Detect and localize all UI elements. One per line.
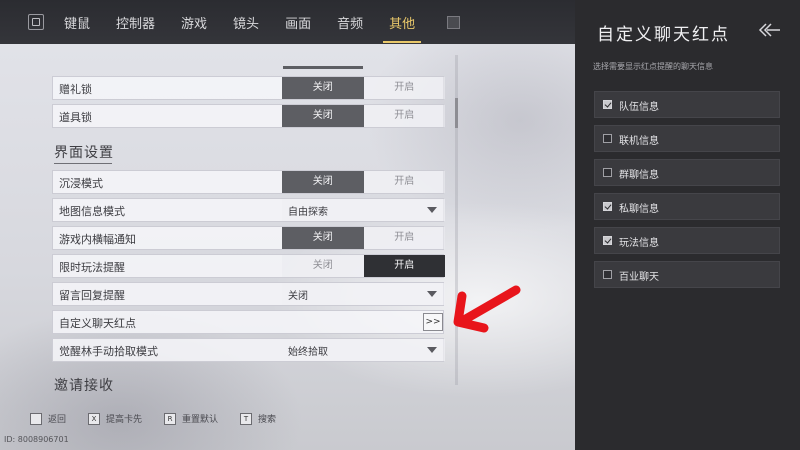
option-label: 群聊信息: [619, 170, 659, 181]
tab-audio[interactable]: 音频: [337, 11, 363, 34]
tab-controller[interactable]: 控制器: [116, 11, 155, 34]
setting-label: 赠礼锁: [59, 83, 92, 96]
setting-label: 地图信息模式: [59, 205, 125, 218]
setting-label: 道具锁: [59, 111, 92, 124]
option-label: 玩法信息: [619, 238, 659, 249]
toggle-off-option[interactable]: 关闭: [282, 105, 364, 127]
hint-reset[interactable]: R 重置默认: [164, 412, 218, 425]
setting-row-timed-play: 限时玩法提醒 关闭 开启: [52, 254, 445, 278]
section-title-interface: 界面设置: [54, 145, 114, 161]
scrollbar-thumb[interactable]: [455, 98, 458, 128]
dropdown-value: 始终拾取: [288, 347, 328, 358]
tab-camera[interactable]: 镜头: [233, 11, 259, 34]
key-r-icon: R: [164, 412, 177, 425]
chevron-down-icon: [427, 291, 437, 297]
toggle-off-option[interactable]: 关闭: [282, 227, 364, 249]
setting-label: 游戏内横幅通知: [59, 233, 136, 246]
red-arrow-annotation: [453, 285, 521, 333]
option-label: 私聊信息: [619, 204, 659, 215]
map-info-dropdown[interactable]: 自由探索: [282, 199, 445, 221]
setting-row-item-lock: 道具锁 关闭 开启: [52, 104, 445, 128]
timed-play-toggle: 关闭 开启: [282, 255, 445, 277]
setting-row-gift-lock: 赠礼锁 关闭 开启: [52, 76, 445, 100]
toggle-off-option[interactable]: 关闭: [282, 77, 364, 99]
setting-row-immersive: 沉浸模式 关闭 开启: [52, 170, 445, 194]
tab-keyboard-mouse[interactable]: 键鼠: [64, 11, 90, 34]
setting-row-reply-remind: 留言回复提醒 关闭: [52, 282, 445, 306]
checkbox[interactable]: [603, 202, 612, 211]
hint-x[interactable]: X 提高卡先: [88, 412, 142, 425]
immersive-toggle: 关闭 开启: [282, 171, 445, 193]
hint-back[interactable]: 返回: [30, 412, 66, 425]
hint-label: 返回: [48, 415, 67, 425]
chat-option-guild[interactable]: 百业聊天: [594, 261, 780, 288]
tab-game[interactable]: 游戏: [181, 11, 207, 34]
custom-chat-panel: 自定义聊天红点 选择需要显示红点提醒的聊天信息 队伍信息 联机信息 群聊信息 私…: [575, 0, 800, 450]
checkbox[interactable]: [603, 134, 612, 143]
checkbox[interactable]: [603, 100, 612, 109]
setting-label: 觉醒林手动拾取模式: [59, 345, 158, 358]
reply-remind-dropdown[interactable]: 关闭: [282, 283, 445, 305]
section-title-invite: 邀请接收: [54, 378, 114, 394]
checkbox[interactable]: [603, 168, 612, 177]
top-tab-bar: 键鼠 控制器 游戏 镜头 画面 音频 其他: [0, 0, 575, 44]
setting-row-banner: 游戏内横幅通知 关闭 开启: [52, 226, 445, 250]
chevron-down-icon: [427, 207, 437, 213]
toggle-off-option[interactable]: 关闭: [282, 255, 364, 277]
chat-option-team[interactable]: 队伍信息: [594, 91, 780, 118]
chat-option-private[interactable]: 私聊信息: [594, 193, 780, 220]
key-x-icon: X: [88, 412, 101, 425]
setting-label: 自定义聊天红点: [59, 317, 136, 330]
dropdown-value: 自由探索: [288, 207, 328, 218]
setting-label: 限时玩法提醒: [59, 261, 125, 274]
panel-title: 自定义聊天红点: [597, 25, 730, 45]
setting-label: 留言回复提醒: [59, 289, 125, 302]
setting-row-custom-chat[interactable]: 自定义聊天红点 >>: [52, 310, 444, 334]
item-lock-toggle: 关闭 开启: [282, 105, 445, 127]
toggle-on-option[interactable]: 开启: [363, 105, 445, 127]
hint-label: 重置默认: [182, 415, 219, 425]
key-t-icon: T: [240, 412, 253, 425]
key-hints-bar: 返回 X 提高卡先 R 重置默认 T 搜索: [30, 412, 298, 425]
chat-option-group[interactable]: 群聊信息: [594, 159, 780, 186]
option-label: 联机信息: [619, 136, 659, 147]
chat-option-gameplay[interactable]: 玩法信息: [594, 227, 780, 254]
gift-lock-toggle: 关闭 开启: [282, 77, 445, 99]
checkbox[interactable]: [603, 236, 612, 245]
setting-row-map-info: 地图信息模式 自由探索: [52, 198, 445, 222]
tab-graphics[interactable]: 画面: [285, 11, 311, 34]
toggle-on-option[interactable]: 开启: [363, 227, 445, 249]
option-label: 队伍信息: [619, 102, 659, 113]
open-submenu-button[interactable]: >>: [423, 313, 443, 331]
next-tab-icon[interactable]: [447, 15, 461, 29]
menu-icon[interactable]: [28, 14, 44, 30]
menu-icon-inner: [32, 18, 40, 26]
chevron-down-icon: [427, 347, 437, 353]
setting-label: 沉浸模式: [59, 177, 103, 190]
back-icon: [30, 412, 42, 425]
hint-label: 提高卡先: [106, 415, 143, 425]
tab-other[interactable]: 其他: [383, 11, 422, 43]
toggle-on-option[interactable]: 开启: [363, 255, 445, 277]
hint-search[interactable]: T 搜索: [240, 412, 276, 425]
toggle-off-option[interactable]: 关闭: [282, 171, 364, 193]
dropdown-value: 关闭: [288, 291, 308, 302]
option-label: 百业聊天: [619, 272, 659, 283]
back-arrow-icon[interactable]: [757, 22, 781, 38]
panel-subtitle: 选择需要显示红点提醒的聊天信息: [593, 62, 713, 71]
toggle-on-option[interactable]: 开启: [363, 171, 445, 193]
checkbox[interactable]: [603, 270, 612, 279]
player-id: ID: 8008906701: [4, 435, 69, 444]
scroll-top-marker: [283, 66, 363, 69]
section-divider: [54, 163, 112, 164]
setting-row-pickup: 觉醒林手动拾取模式 始终拾取: [52, 338, 445, 362]
pickup-dropdown[interactable]: 始终拾取: [282, 339, 445, 361]
hint-label: 搜索: [258, 415, 277, 425]
chat-option-coop[interactable]: 联机信息: [594, 125, 780, 152]
banner-toggle: 关闭 开启: [282, 227, 445, 249]
toggle-on-option[interactable]: 开启: [363, 77, 445, 99]
